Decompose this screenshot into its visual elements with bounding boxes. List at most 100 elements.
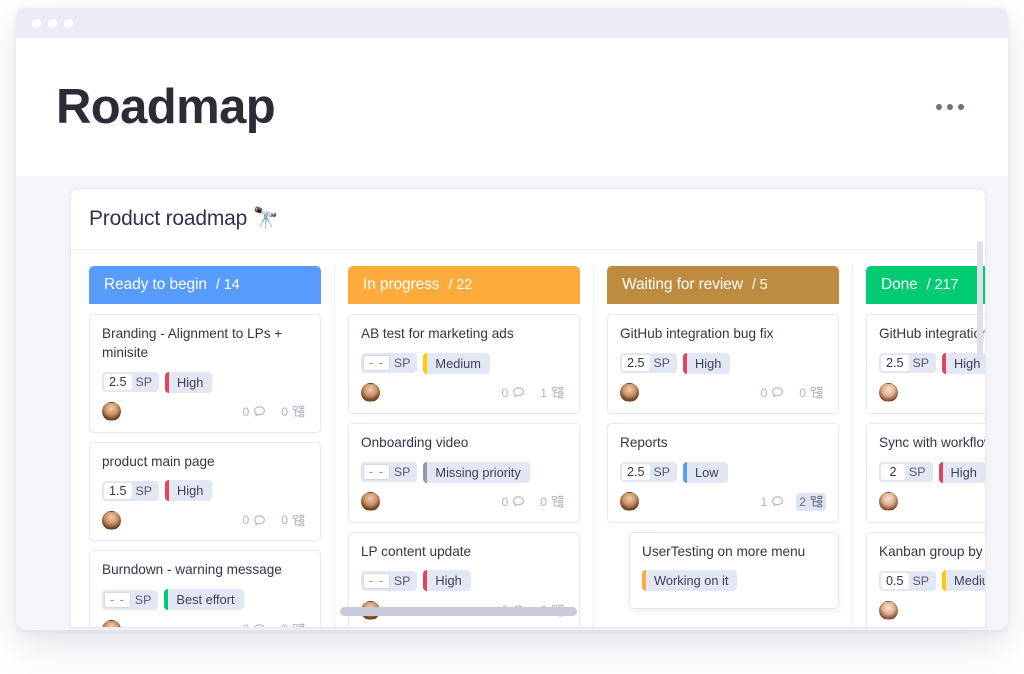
- subitem-count[interactable]: 0: [278, 620, 308, 628]
- column-header[interactable]: Ready to begin/ 14: [89, 266, 321, 304]
- priority-badge[interactable]: Working on it: [642, 570, 737, 591]
- card-footer: 00: [620, 382, 826, 404]
- avatar[interactable]: [620, 383, 639, 402]
- column-header[interactable]: Done/ 217: [866, 266, 986, 304]
- avatar[interactable]: [620, 492, 639, 511]
- more-dot: [947, 104, 953, 110]
- story-points-value: 2: [881, 464, 905, 480]
- kanban-column: Waiting for review/ 5GitHub integration …: [607, 266, 853, 628]
- priority-label: High: [427, 570, 470, 591]
- story-points-badge[interactable]: - -SP: [361, 462, 417, 482]
- story-points-badge[interactable]: 2.5SP: [879, 353, 936, 373]
- card-footer: 00: [102, 509, 308, 531]
- column-header[interactable]: Waiting for review/ 5: [607, 266, 839, 304]
- avatar[interactable]: [102, 402, 121, 421]
- subitem-count[interactable]: 0: [278, 511, 308, 529]
- window-dot-maximize[interactable]: [64, 19, 73, 28]
- comment-count[interactable]: 0: [498, 493, 528, 511]
- kanban-card[interactable]: Reports2.5SPLow12: [607, 423, 839, 523]
- card-title: Branding - Alignment to LPs + minisite: [102, 325, 308, 363]
- subitem-tree-icon: [810, 386, 823, 399]
- window-dot-close[interactable]: [32, 19, 41, 28]
- column-name: Done: [881, 276, 918, 294]
- kanban-card[interactable]: GitHub integration bug fix2.5SPHigh00: [607, 314, 839, 414]
- story-points-value: - -: [363, 464, 390, 480]
- comment-count[interactable]: 0: [757, 384, 787, 402]
- column-header[interactable]: In progress/ 22: [348, 266, 580, 304]
- card-footer: 00: [102, 401, 308, 423]
- page-title: Roadmap: [56, 83, 275, 132]
- comment-count[interactable]: 0: [239, 403, 269, 421]
- priority-label: High: [169, 372, 212, 393]
- kanban-card[interactable]: Sync with workflows quality issues2SPHig…: [866, 423, 986, 523]
- comment-count[interactable]: 1: [757, 493, 787, 511]
- subitem-tree-icon: [292, 405, 305, 418]
- avatar[interactable]: [361, 492, 380, 511]
- card-title: Onboarding video: [361, 434, 567, 453]
- story-points-unit: SP: [654, 356, 671, 370]
- priority-label: High: [169, 480, 212, 501]
- story-points-unit: SP: [913, 356, 930, 370]
- kanban-card[interactable]: product main page1.5SPHigh00: [89, 442, 321, 542]
- story-points-unit: SP: [136, 375, 153, 389]
- card-badges: - -SP High: [361, 570, 567, 591]
- kanban-card[interactable]: UserTesting on more menuWorking on it: [629, 532, 839, 610]
- story-points-unit: SP: [909, 465, 926, 479]
- story-points-badge[interactable]: 2.5SP: [620, 353, 677, 373]
- more-horizontal-icon[interactable]: [926, 94, 974, 120]
- kanban-card[interactable]: Branding - Alignment to LPs + minisite 2.…: [89, 314, 321, 433]
- avatar[interactable]: [879, 383, 898, 402]
- window-dot-minimize[interactable]: [48, 19, 57, 28]
- comment-count[interactable]: 0: [239, 620, 269, 628]
- priority-badge[interactable]: High: [165, 372, 212, 393]
- subitem-count[interactable]: 0: [537, 493, 567, 511]
- priority-badge[interactable]: High: [939, 462, 986, 483]
- subitem-count[interactable]: 2: [796, 493, 826, 511]
- comment-count[interactable]: 0: [498, 384, 528, 402]
- more-dot: [958, 104, 964, 110]
- card-badges: - -SP Missing priority: [361, 462, 567, 483]
- avatar[interactable]: [102, 511, 121, 530]
- story-points-badge[interactable]: - -SP: [361, 571, 417, 591]
- kanban-card[interactable]: AB test for marketing ads- -SPMedium01: [348, 314, 580, 414]
- kanban-column: In progress/ 22AB test for marketing ads…: [348, 266, 594, 628]
- story-points-badge[interactable]: 1.5SP: [102, 481, 159, 501]
- subitem-count[interactable]: 0: [796, 384, 826, 402]
- story-points-badge[interactable]: 0.5SP: [879, 571, 936, 591]
- priority-badge[interactable]: Missing priority: [423, 462, 529, 483]
- priority-badge[interactable]: Medium: [423, 353, 490, 374]
- kanban-card[interactable]: GitHub integration bug fix2.5SPHigh00: [866, 314, 986, 414]
- board-area: Product roadmap 🔭 Ready to begin/ 14 Bran…: [16, 176, 1008, 630]
- card-meta: 00: [239, 511, 308, 529]
- card-badges: - -SP Medium: [361, 353, 567, 374]
- board-subheader: Product roadmap 🔭: [71, 189, 985, 250]
- avatar[interactable]: [879, 492, 898, 511]
- subitem-count[interactable]: 0: [278, 403, 308, 421]
- vertical-scrollbar-thumb[interactable]: [977, 241, 983, 361]
- kanban-card[interactable]: Burndown - warning message- -SPBest effo…: [89, 550, 321, 628]
- story-points-badge[interactable]: 2 SP: [879, 462, 933, 482]
- card-badges: 2.5SP High: [102, 372, 308, 393]
- avatar[interactable]: [361, 383, 380, 402]
- story-points-badge[interactable]: - -SP: [361, 353, 417, 373]
- priority-label: Missing priority: [427, 462, 529, 483]
- column-name: Waiting for review: [622, 276, 743, 294]
- story-points-badge[interactable]: 2.5SP: [620, 462, 677, 482]
- priority-badge[interactable]: High: [683, 353, 730, 374]
- priority-badge[interactable]: Medium: [942, 570, 986, 591]
- horizontal-scrollbar-track[interactable]: [70, 607, 986, 616]
- subitem-count[interactable]: 1: [537, 384, 567, 402]
- priority-badge[interactable]: High: [165, 480, 212, 501]
- story-points-badge[interactable]: 2.5SP: [102, 372, 159, 392]
- story-points-unit: SP: [654, 465, 671, 479]
- horizontal-scrollbar-thumb[interactable]: [340, 607, 577, 616]
- subitem-tree-icon: [551, 495, 564, 508]
- card-meta: 00: [239, 620, 308, 628]
- card-title: Kanban group by - subitems: [879, 543, 986, 562]
- kanban-column: Ready to begin/ 14 Branding - Alignment t…: [89, 266, 335, 628]
- priority-badge[interactable]: High: [423, 570, 470, 591]
- priority-badge[interactable]: Low: [683, 462, 727, 483]
- kanban-card[interactable]: Onboarding video - -SP Missing priority 00: [348, 423, 580, 523]
- comment-count[interactable]: 0: [239, 511, 269, 529]
- avatar[interactable]: [102, 620, 121, 629]
